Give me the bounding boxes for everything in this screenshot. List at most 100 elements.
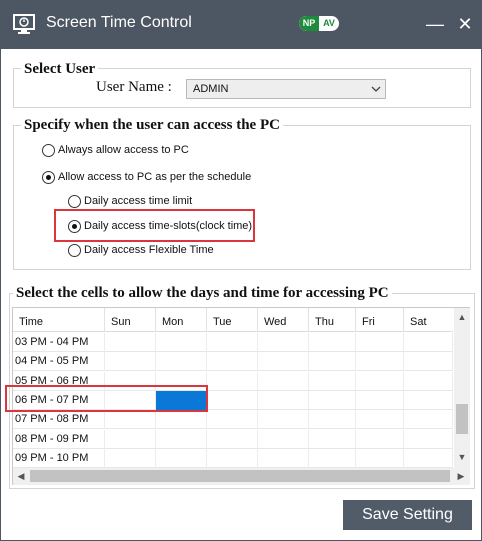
schedule-cell-thu[interactable] (309, 448, 356, 468)
schedule-cell-thu[interactable] (309, 410, 356, 430)
window-title: Screen Time Control (46, 14, 192, 31)
scroll-left-icon[interactable]: ◀ (13, 471, 29, 482)
schedule-cell-thu[interactable] (309, 371, 356, 391)
schedule-cell-fri[interactable] (356, 410, 404, 430)
schedule-cell-sun[interactable] (105, 448, 156, 468)
radio-dot-selected (42, 170, 55, 184)
schedule-cell-sat[interactable] (404, 333, 453, 352)
schedule-cell-wed[interactable] (258, 429, 309, 449)
user-name-dropdown[interactable]: ADMIN (186, 79, 386, 99)
table-row: 03 PM - 04 PM (13, 333, 453, 352)
column-header-mon: Mon (156, 308, 207, 332)
time-slot-label: 08 PM - 09 PM (13, 429, 105, 449)
schedule-cell-sun[interactable] (105, 352, 156, 372)
schedule-cell-tue[interactable] (207, 333, 258, 352)
schedule-cell-sat[interactable] (404, 448, 453, 468)
time-slot-label: 04 PM - 05 PM (13, 352, 105, 372)
radio-label: Daily access time limit (84, 195, 193, 207)
table-row: 09 PM - 10 PM (13, 448, 453, 468)
schedule-cell-wed[interactable] (258, 448, 309, 468)
time-slot-label: 07 PM - 08 PM (13, 410, 105, 430)
schedule-cell-fri[interactable] (356, 390, 404, 410)
minimize-button[interactable]: — (425, 14, 445, 34)
close-button[interactable]: ✕ (455, 14, 475, 34)
radio-dot (68, 194, 81, 208)
schedule-cell-thu[interactable] (309, 352, 356, 372)
horizontal-scroll-thumb[interactable] (30, 470, 450, 482)
schedule-cell-tue[interactable] (207, 429, 258, 449)
title-bar: Screen Time Control NP AV — ✕ (1, 1, 482, 49)
schedule-cell-sat[interactable] (404, 371, 453, 391)
schedule-cell-sat[interactable] (404, 410, 453, 430)
schedule-cell-mon[interactable] (156, 429, 207, 449)
schedule-cell-tue[interactable] (207, 448, 258, 468)
schedule-cell-fri[interactable] (356, 429, 404, 449)
schedule-cell-tue[interactable] (207, 410, 258, 430)
scroll-right-icon[interactable]: ▶ (453, 471, 469, 482)
time-slot-label: 09 PM - 10 PM (13, 448, 105, 468)
schedule-cell-wed[interactable] (258, 371, 309, 391)
schedule-cell-wed[interactable] (258, 390, 309, 410)
radio-schedule[interactable]: Allow access to PC as per the schedule (42, 169, 251, 185)
radio-dot (42, 143, 55, 157)
radio-label: Allow access to PC as per the schedule (58, 171, 252, 183)
schedule-cell-mon[interactable] (156, 333, 207, 352)
schedule-cell-thu[interactable] (309, 390, 356, 410)
table-row: 04 PM - 05 PM (13, 352, 453, 372)
column-header-fri: Fri (356, 308, 404, 332)
radio-label: Daily access Flexible Time (84, 244, 214, 256)
schedule-cell-tue[interactable] (207, 352, 258, 372)
schedule-cell-sat[interactable] (404, 429, 453, 449)
chevron-down-icon (371, 86, 381, 92)
radio-flexible-time[interactable]: Daily access Flexible Time (68, 242, 214, 258)
monitor-clock-icon (13, 14, 35, 34)
column-header-sun: Sun (105, 308, 156, 332)
schedule-cell-fri[interactable] (356, 333, 404, 352)
schedule-cell-tue[interactable] (207, 390, 258, 410)
access-legend: Specify when the user can access the PC (21, 117, 283, 134)
badge-av: AV (323, 18, 335, 28)
scroll-down-icon[interactable]: ▼ (454, 452, 470, 462)
schedule-legend: Select the cells to allow the days and t… (13, 285, 392, 302)
scroll-up-icon[interactable]: ▲ (454, 312, 470, 322)
schedule-cell-fri[interactable] (356, 448, 404, 468)
schedule-cell-wed[interactable] (258, 352, 309, 372)
grid-header: Time Sun Mon Tue Wed Thu Fri Sat (13, 308, 453, 332)
table-row: 08 PM - 09 PM (13, 429, 453, 449)
dialog-window: Screen Time Control NP AV — ✕ Select Use… (0, 0, 482, 541)
radio-daily-time-limit[interactable]: Daily access time limit (68, 193, 192, 209)
schedule-cell-thu[interactable] (309, 429, 356, 449)
schedule-cell-wed[interactable] (258, 333, 309, 352)
schedule-cell-fri[interactable] (356, 352, 404, 372)
schedule-cell-sat[interactable] (404, 390, 453, 410)
schedule-cell-sat[interactable] (404, 352, 453, 372)
schedule-cell-sun[interactable] (105, 333, 156, 352)
schedule-cell-thu[interactable] (309, 333, 356, 352)
highlight-box-time-slots (54, 209, 255, 242)
save-setting-button[interactable]: Save Setting (343, 500, 472, 530)
schedule-cell-mon[interactable] (156, 352, 207, 372)
column-header-sat: Sat (410, 316, 427, 328)
schedule-cell-mon[interactable] (156, 410, 207, 430)
radio-label: Always allow access to PC (58, 144, 189, 156)
radio-always-allow[interactable]: Always allow access to PC (42, 142, 189, 158)
vertical-scrollbar[interactable]: ▲ ▼ (454, 308, 470, 468)
vertical-scroll-thumb[interactable] (456, 404, 468, 434)
schedule-cell-wed[interactable] (258, 410, 309, 430)
radio-dot (68, 243, 81, 257)
schedule-cell-fri[interactable] (356, 371, 404, 391)
column-header-time: Time (13, 308, 105, 332)
column-header-wed: Wed (258, 308, 309, 332)
user-name-label: User Name : (96, 79, 172, 95)
table-row: 07 PM - 08 PM (13, 410, 453, 430)
schedule-cell-tue[interactable] (207, 371, 258, 391)
schedule-cell-sun[interactable] (105, 410, 156, 430)
badge-np: NP (299, 16, 319, 31)
time-slot-label: 03 PM - 04 PM (13, 333, 105, 352)
schedule-cell-mon[interactable] (156, 448, 207, 468)
highlight-box-06pm-row (5, 385, 208, 412)
schedule-cell-sun[interactable] (105, 429, 156, 449)
horizontal-scrollbar[interactable]: ◀ ▶ (13, 468, 470, 485)
npav-logo: NP AV (299, 16, 339, 31)
column-header-thu: Thu (309, 308, 356, 332)
